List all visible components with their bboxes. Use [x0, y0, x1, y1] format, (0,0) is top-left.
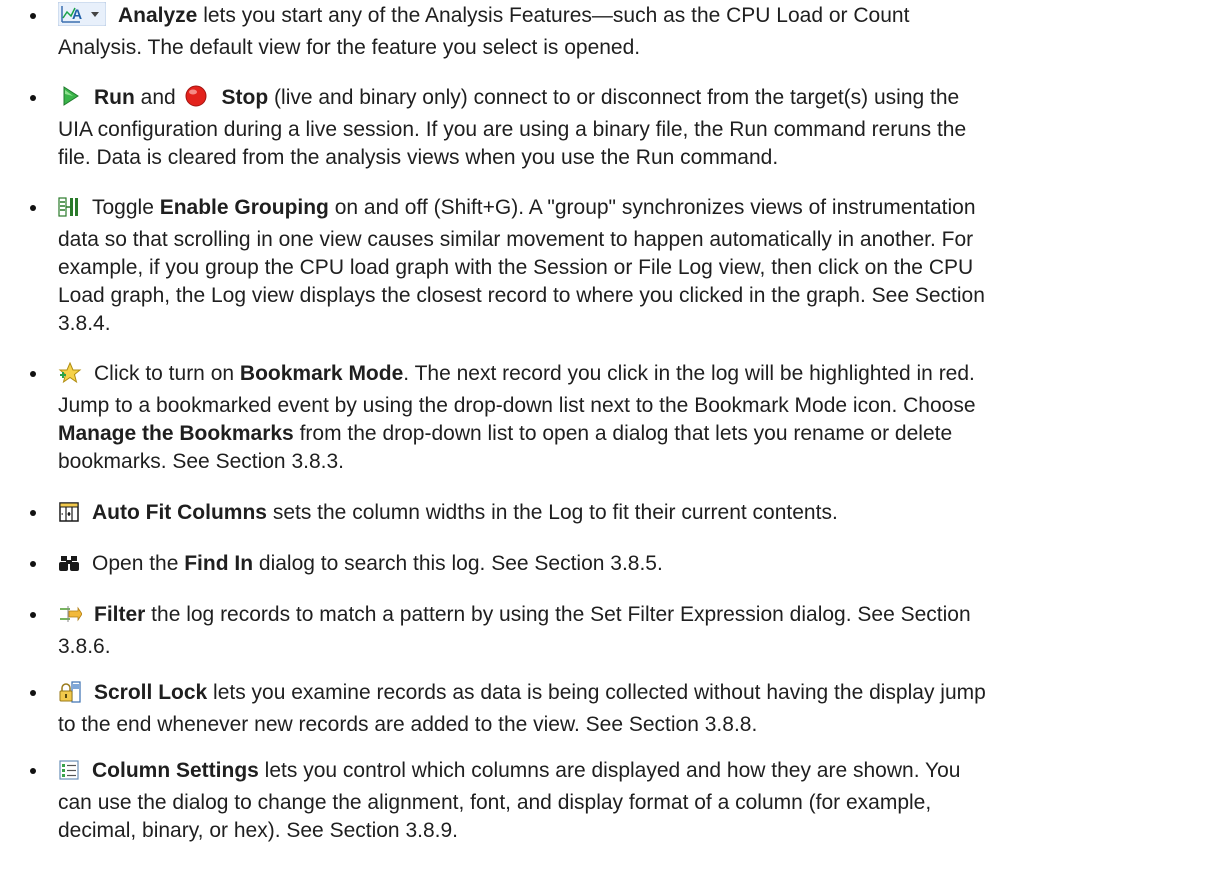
- scroll-lock-icon: [58, 681, 82, 711]
- text: 3.8.4.: [58, 312, 111, 335]
- list-item-auto-fit-columns: Auto Fit Columns sets the column widths …: [58, 499, 1218, 531]
- filter-label: Filter: [94, 603, 146, 626]
- text: on and off (Shift+G). A "group" synchron…: [328, 196, 976, 219]
- binoculars-find-icon: [58, 552, 80, 582]
- text: and: [134, 86, 182, 109]
- bookmark-mode-label: Bookmark Mode: [239, 362, 404, 385]
- text: example, if you group the CPU load graph…: [58, 256, 974, 279]
- bullet: [30, 768, 36, 774]
- list-item-enable-grouping: Toggle Enable Grouping on and off (Shift…: [58, 194, 1218, 338]
- text: bookmarks. See Section 3.8.3.: [58, 450, 344, 473]
- stop-label: Stop: [221, 86, 269, 109]
- run-label: Run: [94, 86, 135, 109]
- auto-fit-columns-icon: [58, 501, 80, 531]
- text: lets you control which columns are displ…: [258, 759, 961, 782]
- analyze-label: Analyze: [118, 4, 198, 27]
- bullet: [30, 371, 36, 377]
- bullet: [30, 205, 36, 211]
- column-settings-label: Column Settings: [92, 759, 259, 782]
- list-item-find-in: Open the Find In dialog to search this l…: [58, 550, 1218, 582]
- svg-text:A: A: [72, 6, 82, 22]
- text: data so that scrolling in one view cause…: [58, 228, 974, 251]
- text: from the drop-down list to open a dialog…: [293, 422, 953, 445]
- run-play-icon: [58, 84, 82, 116]
- find-in-label: Find In: [184, 552, 254, 575]
- list-item-run-stop: Run and Stop (live and binary only) conn…: [58, 84, 1218, 172]
- list-item-scroll-lock: Scroll Lock lets you examine records as …: [58, 679, 1218, 739]
- list-item-filter: Filter the log records to match a patter…: [58, 601, 1218, 661]
- list-item-analyze: A Analyze lets you start any of the Anal…: [57, 1, 1218, 62]
- text: Load graph, the Log view displays the cl…: [58, 284, 985, 307]
- list-item-column-settings: Column Settings lets you control which c…: [58, 757, 1218, 845]
- scroll-lock-label: Scroll Lock: [94, 681, 208, 704]
- bullet: [30, 95, 36, 101]
- auto-fit-columns-label: Auto Fit Columns: [92, 501, 267, 524]
- bullet: [30, 561, 36, 567]
- text: decimal, binary, or hex). See Section 3.…: [58, 819, 458, 842]
- text: Open the: [92, 552, 185, 575]
- text: Jump to a bookmarked event by using the …: [58, 394, 976, 417]
- text: Click to turn on: [94, 362, 240, 385]
- text: . The next record you click in the log w…: [403, 362, 975, 385]
- document-page: A Analyze lets you start any of the Anal…: [0, 0, 1232, 872]
- text: UIA configuration during a live session.…: [58, 118, 967, 141]
- bullet: [30, 612, 36, 618]
- enable-grouping-label: Enable Grouping: [159, 196, 329, 219]
- text: sets the column widths in the Log to fit…: [266, 501, 838, 524]
- text: lets you start any of the Analysis Featu…: [197, 4, 910, 27]
- text: dialog to search this log. See Section 3…: [253, 552, 663, 575]
- text: can use the dialog to change the alignme…: [58, 791, 932, 814]
- text: 3.8.6.: [58, 635, 111, 658]
- text: lets you examine records as data is bein…: [207, 681, 986, 704]
- text: (live and binary only) connect to or dis…: [268, 86, 960, 109]
- bullet: [30, 13, 36, 19]
- text: to the end whenever new records are adde…: [58, 713, 758, 736]
- enable-grouping-icon: [58, 196, 80, 226]
- bullet: [30, 690, 36, 696]
- bullet: [30, 510, 36, 516]
- stop-red-dot-icon: [182, 84, 210, 116]
- text: file. Data is cleared from the analysis …: [58, 146, 779, 169]
- list-item-bookmark-mode: Click to turn on Bookmark Mode. The next…: [58, 360, 1218, 476]
- text: the log records to match a pattern by us…: [145, 603, 971, 626]
- filter-arrows-icon: [58, 603, 83, 633]
- column-settings-icon: [58, 759, 80, 789]
- text: Toggle: [92, 196, 160, 219]
- bookmark-star-icon: [58, 361, 82, 392]
- analyze-chart-icon: A: [57, 1, 107, 34]
- text: Analysis. The default view for the featu…: [58, 36, 641, 59]
- manage-bookmarks-label: Manage the Bookmarks: [58, 422, 294, 445]
